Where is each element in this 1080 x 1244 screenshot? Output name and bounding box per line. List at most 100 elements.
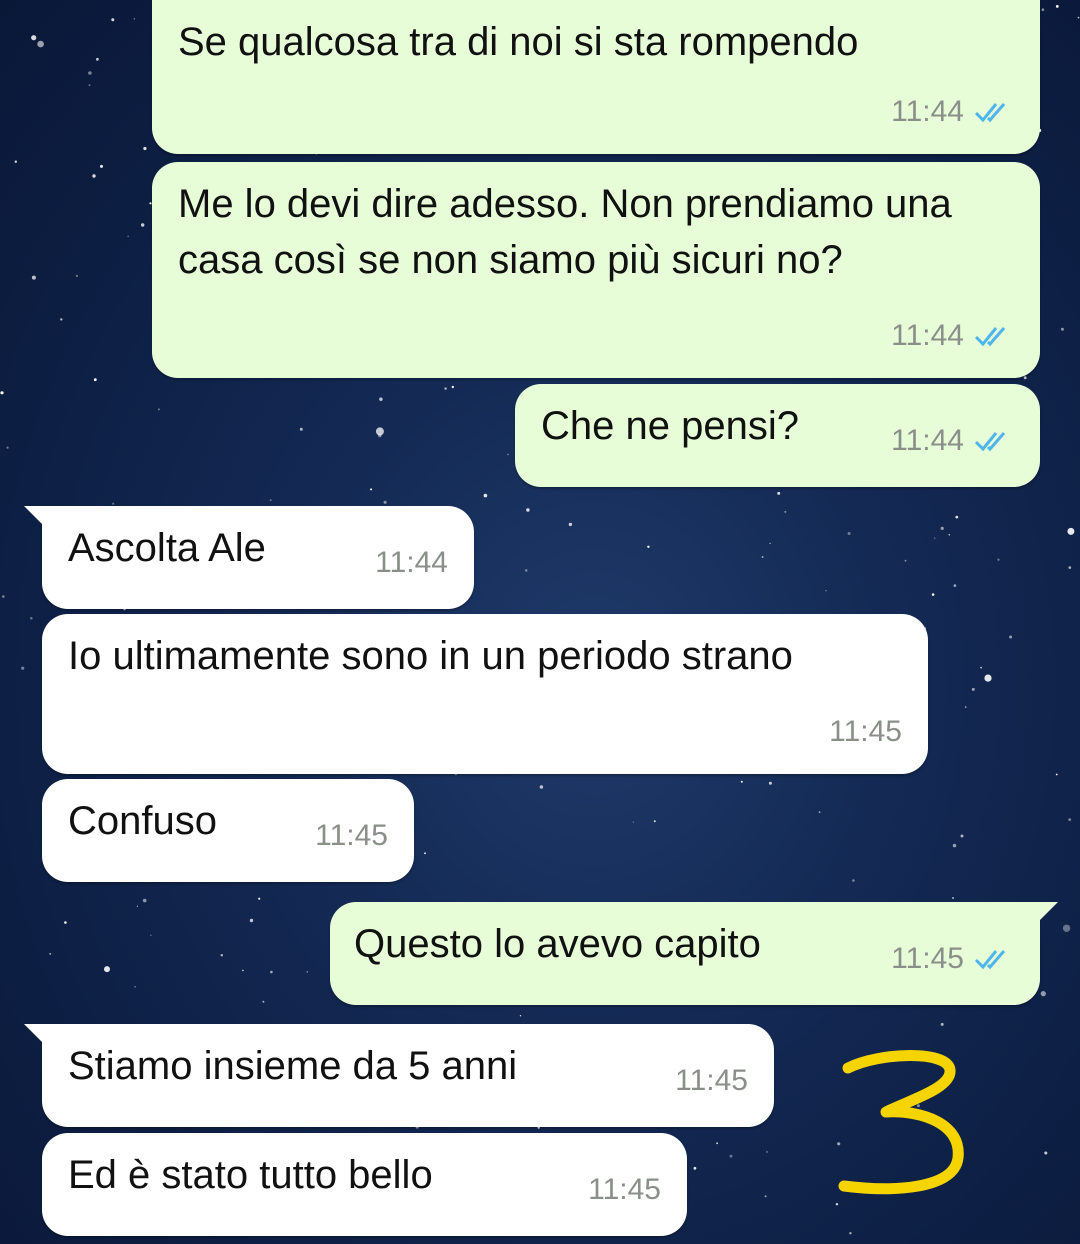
star: [847, 532, 851, 535]
star: [383, 500, 387, 504]
message-bubble-incoming[interactable]: Stiamo insieme da 5 anni 11:45: [24, 1024, 774, 1127]
star: [1040, 991, 1046, 997]
star: [242, 969, 244, 972]
message-text: Ed è stato tutto bello: [68, 1153, 433, 1197]
star: [269, 499, 272, 502]
star: [997, 558, 1000, 561]
star: [31, 275, 36, 280]
star: [370, 488, 373, 491]
message-bubble-incoming[interactable]: Io ultimamente sono in un periodo strano…: [42, 614, 928, 774]
star: [769, 542, 771, 544]
message-text: Me lo devi dire adesso. Non prendiamo un…: [178, 182, 963, 282]
star: [984, 674, 992, 682]
star: [483, 493, 488, 498]
star: [270, 970, 273, 974]
star: [104, 966, 110, 973]
star: [133, 18, 135, 20]
star: [955, 515, 959, 519]
star: [6, 446, 9, 449]
message-time: 11:44: [891, 424, 964, 457]
message-meta: 11:45: [891, 931, 1014, 987]
star: [30, 616, 33, 620]
star: [262, 1000, 265, 1003]
message-meta: 11:45: [315, 808, 388, 864]
message-meta: 11:44: [891, 413, 1014, 469]
star: [904, 559, 907, 562]
star: [1068, 818, 1072, 821]
star: [127, 235, 129, 237]
message-time: 11:45: [829, 715, 902, 748]
star: [92, 174, 96, 178]
star: [507, 453, 509, 456]
handwritten-number-annotation: [838, 1050, 964, 1195]
star: [852, 879, 855, 882]
star: [2, 595, 5, 598]
star: [1055, 5, 1059, 8]
star: [1041, 8, 1045, 11]
message-time: 11:44: [891, 319, 964, 352]
star: [1055, 773, 1058, 776]
star: [825, 590, 827, 592]
star: [647, 545, 650, 548]
star: [971, 687, 975, 691]
star: [716, 1142, 718, 1145]
star: [835, 1203, 839, 1206]
message-meta: 11:44: [891, 84, 1014, 140]
message-meta: 11:45: [829, 704, 902, 760]
star: [157, 408, 160, 411]
bubble-tail: [24, 506, 50, 532]
star: [952, 843, 957, 848]
star: [0, 391, 4, 395]
star: [1060, 327, 1064, 331]
message-text: Se qualcosa tra di noi si sta rompendo: [178, 20, 859, 64]
star: [444, 387, 447, 390]
star: [249, 918, 254, 923]
star: [220, 954, 223, 957]
star: [1044, 1151, 1048, 1155]
message-bubble-outgoing[interactable]: Che ne pensi? 11:44: [515, 384, 1040, 487]
star: [693, 1166, 697, 1170]
star: [764, 1195, 767, 1198]
star: [777, 491, 781, 495]
star: [150, 934, 152, 936]
star: [258, 897, 261, 900]
message-bubble-incoming[interactable]: Confuso 11:45: [42, 779, 414, 882]
message-time: 11:44: [891, 95, 964, 128]
message-bubble-outgoing[interactable]: Questo lo avevo capito 11:45: [330, 902, 1058, 1005]
message-time: 11:45: [675, 1064, 748, 1097]
star: [934, 537, 936, 539]
double-check-read-icon: [974, 432, 1006, 452]
star: [14, 160, 17, 163]
star: [21, 666, 25, 670]
star: [818, 811, 821, 813]
star: [1062, 924, 1071, 932]
message-bubble-outgoing[interactable]: Me lo devi dire adesso. Non prendiamo un…: [152, 162, 1040, 378]
message-time: 11:44: [375, 546, 448, 579]
message-text: Io ultimamente sono in un periodo strano: [68, 634, 793, 678]
star: [526, 508, 530, 512]
star: [136, 905, 138, 907]
star: [141, 223, 145, 227]
star: [524, 569, 528, 572]
star: [729, 1154, 733, 1158]
star: [740, 780, 743, 783]
message-bubble-incoming[interactable]: Ascolta Ale 11:44: [24, 506, 474, 609]
star: [111, 18, 115, 22]
star: [539, 785, 544, 789]
message-bubble-outgoing[interactable]: Se qualcosa tra di noi si sta rompendo 1…: [152, 0, 1040, 154]
message-meta: 11:45: [675, 1053, 748, 1109]
star: [134, 985, 137, 988]
message-bubble-incoming[interactable]: Ed è stato tutto bello 11:45: [42, 1133, 687, 1236]
star: [93, 378, 97, 382]
message-text: Stiamo insieme da 5 anni: [68, 1044, 518, 1088]
star: [948, 534, 950, 536]
star: [1023, 376, 1027, 380]
star: [940, 1022, 944, 1026]
star: [112, 502, 115, 505]
star: [64, 921, 67, 924]
star: [49, 953, 52, 955]
star: [940, 526, 944, 531]
bubble-tail: [1032, 902, 1058, 928]
star: [568, 522, 573, 527]
message-meta: 11:44: [891, 308, 1014, 364]
